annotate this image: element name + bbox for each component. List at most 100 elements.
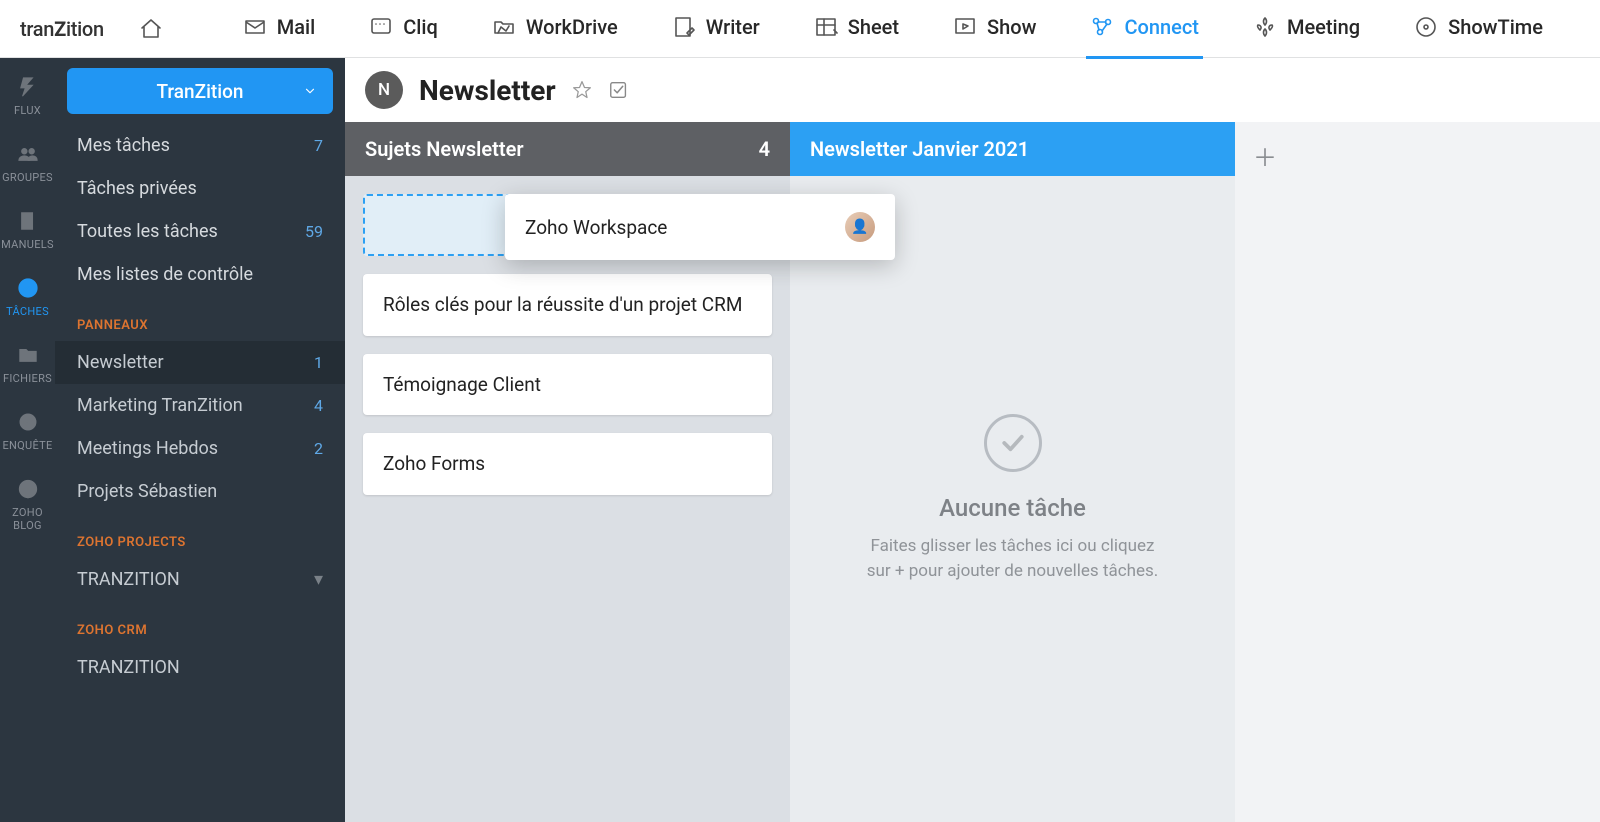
rail-fichiers[interactable]: FICHIERS [0,344,55,385]
mail-icon [243,15,267,39]
empty-title: Aucune tâche [939,494,1086,522]
sidebar-item-count: 1 [314,353,323,372]
sidebar-item-label: Meetings Hebdos [77,438,218,459]
workspace-dropdown-label: TranZition [157,80,244,103]
sidebar: TranZition Mes tâches7 Tâches privées Tout… [55,58,345,822]
task-card[interactable]: Rôles clés pour la réussite d'un projet … [363,274,772,336]
page-title: Newsletter [419,74,556,107]
blog-icon [17,478,39,500]
fichiers-icon [17,344,39,366]
sidebar-item-label: TRANZITION [77,657,180,678]
home-icon[interactable] [139,17,163,41]
rail-label: MANUELS [1,238,54,251]
sidebar-item-label: Toutes les tâches [77,221,218,242]
column-body[interactable]: Aucune tâcheFaites glisser les tâches ic… [790,176,1235,822]
card-title: Rôles clés pour la réussite d'un projet … [383,293,742,316]
flux-icon [17,76,39,98]
nav-label: ShowTime [1448,15,1543,39]
sidebar-item-count: 4 [314,396,323,415]
checklist-icon[interactable] [608,79,630,101]
manuels-icon [17,210,39,232]
nav-mail[interactable]: Mail [243,15,315,43]
empty-state: Aucune tâcheFaites glisser les tâches ic… [808,194,1217,804]
card-title: Zoho Workspace [525,216,667,239]
add-column-button[interactable]: ＋ [1253,138,1277,822]
board-avatar: N [365,71,403,109]
sidebar-item[interactable]: Meetings Hebdos 2 [55,427,345,470]
sidebar-item-label: TRANZITION [77,569,180,590]
sidebar-item-count: 2 [314,439,323,458]
top-nav: tranZition Mail Cliq WorkDrive Writer Sheet S… [0,0,1600,58]
main-content: N Newsletter Sujets Newsletter4Zoho Work… [345,58,1600,822]
nav-showtime[interactable]: ShowTime [1414,15,1543,43]
rail-blog[interactable]: ZOHO BLOG [0,478,55,532]
sidebar-item[interactable]: Newsletter 1 [55,341,345,384]
rail-label: FLUX [14,104,41,117]
sidebar-item-label: Newsletter [77,352,164,373]
sidebar-heading: ZOHO CRM [55,601,345,646]
cliq-icon [369,15,393,39]
rail-label: FICHIERS [3,372,52,385]
sidebar-item-label: Projets Sébastien [77,481,217,502]
nav-meeting[interactable]: Meeting [1253,15,1360,43]
writer-icon [672,15,696,39]
sidebar-item[interactable]: Toutes les tâches 59 [55,210,345,253]
nav-connect[interactable]: Connect [1090,15,1198,43]
sidebar-item-label: Tâches privées [77,178,197,199]
nav-sheet[interactable]: Sheet [814,15,899,43]
column-count: 4 [759,137,770,161]
sidebar-heading: ZOHO PROJECTS [55,513,345,558]
workspace-dropdown[interactable]: TranZition [67,68,333,114]
groupes-icon [17,143,39,165]
enquete-icon [17,411,39,433]
chevron-down-icon: ▾ [314,569,323,590]
sidebar-item[interactable]: Projets Sébastien [55,470,345,513]
sidebar-item-count: 7 [314,136,323,155]
nav-workdrive[interactable]: WorkDrive [492,15,618,43]
rail-label: ENQUÊTE [2,439,52,452]
card-title: Zoho Forms [383,452,485,475]
rail-enquete[interactable]: ENQUÊTE [0,411,55,452]
page-header: N Newsletter [345,58,1600,122]
workdrive-icon [492,15,516,39]
board-column: Sujets Newsletter4Zoho Workspace👤Rôles c… [345,122,790,822]
nav-label: Meeting [1287,15,1360,39]
sidebar-item-count: 59 [305,222,323,241]
rail-manuels[interactable]: MANUELS [0,210,55,251]
rail-taches[interactable]: TÂCHES [0,277,55,318]
brand-logo: tranZition [20,17,104,41]
check-circle-icon [984,414,1042,472]
sidebar-item[interactable]: TRANZITION [55,646,345,689]
sidebar-item[interactable]: Mes tâches7 [55,124,345,167]
nav-show[interactable]: Show [953,15,1036,43]
sheet-icon [814,15,838,39]
meeting-icon [1253,15,1277,39]
sidebar-heading: PANNEAUX [55,296,345,341]
column-title: Newsletter Janvier 2021 [810,137,1029,161]
left-rail: FLUX GROUPES MANUELS TÂCHES FICHIERS ENQUÊTE Z… [0,58,55,822]
rail-flux[interactable]: FLUX [0,76,55,117]
nav-writer[interactable]: Writer [672,15,760,43]
rail-label: GROUPES [2,171,53,184]
sidebar-item[interactable]: Tâches privées [55,167,345,210]
column-body[interactable]: Zoho Workspace👤Rôles clés pour la réussi… [345,176,790,822]
sidebar-item[interactable]: Marketing TranZition4 [55,384,345,427]
task-card[interactable]: Zoho Forms [363,433,772,495]
nav-label: Show [987,15,1036,39]
nav-cliq[interactable]: Cliq [369,15,438,43]
sidebar-item[interactable]: Mes listes de contrôle [55,253,345,296]
task-card[interactable]: Témoignage Client [363,354,772,416]
showtime-icon [1414,15,1438,39]
kanban-board: Sujets Newsletter4Zoho Workspace👤Rôles c… [345,122,1600,822]
nav-label: Writer [706,15,760,39]
show-icon [953,15,977,39]
column-header[interactable]: Newsletter Janvier 2021 [790,122,1235,176]
sidebar-item[interactable]: TRANZITION ▾ [55,558,345,601]
connect-icon [1090,15,1114,39]
rail-label: TÂCHES [6,305,49,318]
nav-label: Connect [1124,15,1198,39]
dragging-card[interactable]: Zoho Workspace👤 [505,194,895,260]
column-header[interactable]: Sujets Newsletter4 [345,122,790,176]
star-icon[interactable] [572,80,592,100]
rail-groupes[interactable]: GROUPES [0,143,55,184]
